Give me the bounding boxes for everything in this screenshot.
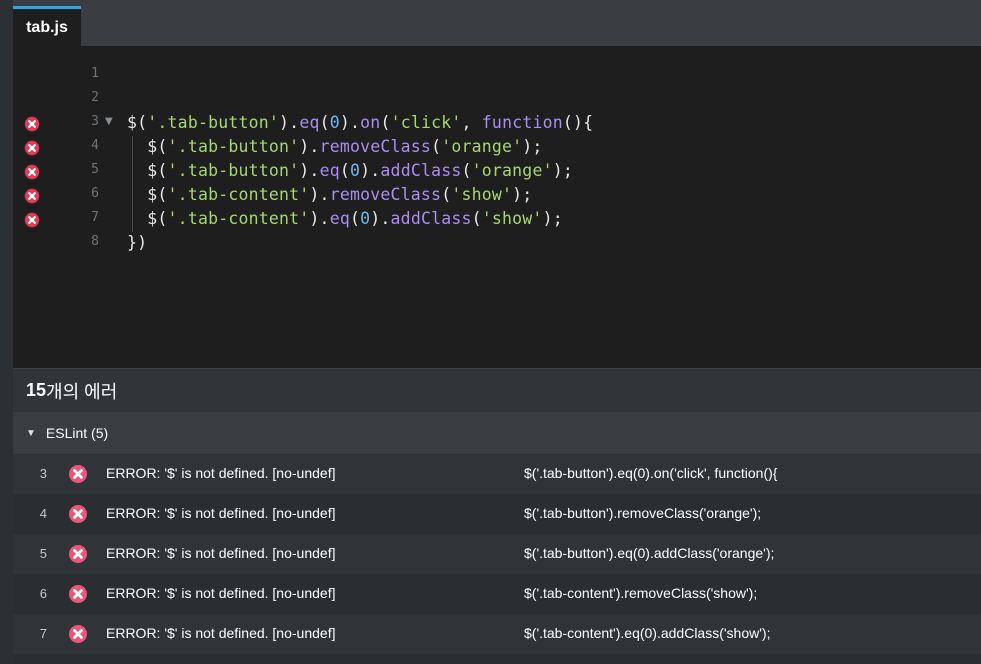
code-text[interactable]: }): [127, 233, 147, 252]
error-row[interactable]: 4 ERROR: '$' is not defined. [no-undef] $(…: [13, 494, 981, 534]
gutter-error-icon[interactable]: [24, 116, 40, 132]
error-message: ERROR: '$' is not defined. [no-undef]: [106, 585, 336, 601]
error-x-circle-icon: [68, 584, 88, 604]
tab-bar-left-strip: [0, 0, 13, 46]
error-x-circle-icon: [68, 504, 88, 524]
eslint-section-header[interactable]: ▼ ESLint (5): [13, 412, 981, 454]
code-line[interactable]: 7 $('.tab-content').eq(0).addClass('show…: [13, 208, 981, 232]
fold-arrow-icon[interactable]: ▼: [105, 116, 113, 127]
line-number: 3: [91, 114, 99, 129]
line-number: 1: [91, 66, 99, 81]
tab-label: tab.js: [26, 18, 68, 36]
error-line-number: 3: [39, 466, 47, 481]
error-x-circle-icon: [68, 544, 88, 564]
error-count: 15: [26, 380, 47, 400]
code-line[interactable]: 4 $('.tab-button').removeClass('orange')…: [13, 136, 981, 160]
line-number: 7: [91, 210, 99, 225]
code-line[interactable]: 6 $('.tab-content').removeClass('show');: [13, 184, 981, 208]
line-number: 2: [91, 90, 99, 105]
error-source-line: $('.tab-button').eq(0).on('click', funct…: [524, 465, 778, 481]
error-source-line: $('.tab-content').eq(0).addClass('show')…: [524, 625, 771, 641]
code-text[interactable]: $('.tab-button').removeClass('orange');: [127, 137, 543, 156]
code-line[interactable]: 8}): [13, 232, 981, 256]
error-message: ERROR: '$' is not defined. [no-undef]: [106, 505, 336, 521]
error-line-number: 5: [39, 546, 47, 561]
code-text[interactable]: $('.tab-content').removeClass('show');: [127, 185, 532, 204]
error-row[interactable]: 6 ERROR: '$' is not defined. [no-undef] $(…: [13, 574, 981, 614]
error-source-line: $('.tab-content').removeClass('show');: [524, 585, 758, 601]
code-line[interactable]: 3 ▼ $('.tab-button').eq(0).on('click', fun…: [13, 112, 981, 136]
error-row[interactable]: 5 ERROR: '$' is not defined. [no-undef] $(…: [13, 534, 981, 574]
gutter-error-icon[interactable]: [24, 140, 40, 156]
eslint-section-label: ESLint (5): [45, 425, 109, 441]
error-x-circle-icon: [68, 464, 88, 484]
code-line[interactable]: 1: [13, 64, 981, 88]
error-source-line: $('.tab-button').removeClass('orange');: [524, 505, 762, 521]
tab-tab-js[interactable]: tab.js: [13, 6, 81, 46]
line-number: 5: [91, 162, 99, 177]
problems-panel-title: 15 개의 에러: [13, 368, 981, 412]
tab-bar: tab.js: [0, 0, 981, 46]
gutter-error-icon[interactable]: [24, 212, 40, 228]
line-number: 6: [91, 186, 99, 201]
error-count-suffix: 개의 에러: [46, 381, 118, 402]
code-line[interactable]: 5 $('.tab-button').eq(0).addClass('orang…: [13, 160, 981, 184]
error-line-number: 6: [39, 586, 47, 601]
line-number: 4: [91, 138, 99, 153]
error-row[interactable]: 3 ERROR: '$' is not defined. [no-undef] $(…: [13, 454, 981, 494]
error-line-number: 7: [39, 626, 47, 641]
gutter-error-icon[interactable]: [24, 164, 40, 180]
line-number: 8: [91, 234, 99, 249]
error-line-number: 4: [39, 506, 47, 521]
code-text[interactable]: $('.tab-content').eq(0).addClass('show')…: [127, 209, 563, 228]
error-source-line: $('.tab-button').eq(0).addClass('orange'…: [524, 545, 775, 561]
problems-panel: 15 개의 에러 ▼ ESLint (5) 3 ERROR: '$' is not…: [13, 368, 981, 664]
triangle-down-icon[interactable]: ▼: [26, 428, 36, 439]
gutter-error-icon[interactable]: [24, 188, 40, 204]
code-line[interactable]: 2: [13, 88, 981, 112]
error-message: ERROR: '$' is not defined. [no-undef]: [106, 465, 336, 481]
error-row[interactable]: 7 ERROR: '$' is not defined. [no-undef] $(…: [13, 614, 981, 654]
code-text[interactable]: $('.tab-button').eq(0).addClass('orange'…: [127, 161, 573, 180]
code-editor[interactable]: 1 2 3 ▼ $('.tab-button').eq(0).on('click', f…: [13, 46, 981, 368]
error-message: ERROR: '$' is not defined. [no-undef]: [106, 625, 336, 641]
code-text[interactable]: $('.tab-button').eq(0).on('click', funct…: [127, 113, 593, 132]
error-x-circle-icon: [68, 624, 88, 644]
error-message: ERROR: '$' is not defined. [no-undef]: [106, 545, 336, 561]
left-edge-strip: [0, 46, 13, 664]
